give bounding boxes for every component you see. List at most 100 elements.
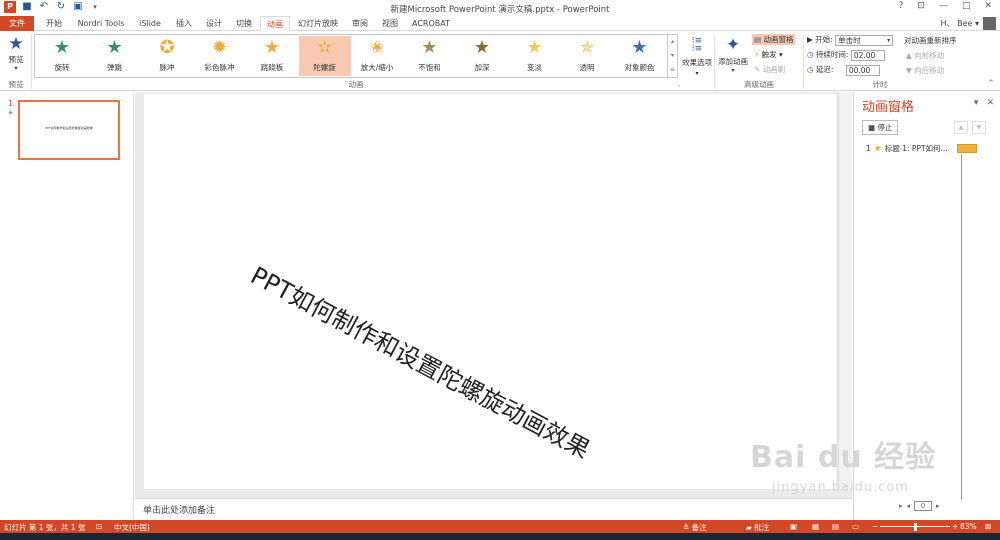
- animation-star-icon: ✹: [211, 37, 228, 58]
- zoom-slider-thumb[interactable]: [914, 523, 917, 531]
- notes-button[interactable]: ≙ 备注: [683, 522, 707, 533]
- start-dropdown[interactable]: 单击时 ▾: [835, 34, 894, 46]
- effect-options-label: 效果选项: [682, 58, 712, 67]
- language[interactable]: 中文(中国): [114, 522, 150, 533]
- avatar: [983, 17, 996, 30]
- timeline-bar[interactable]: [957, 144, 977, 153]
- tab-slideshow[interactable]: 幻灯片放映: [294, 16, 342, 31]
- effect-options-button[interactable]: ⁝≡ ⁝≡ 效果选项 ▾: [681, 34, 713, 78]
- animation-option[interactable]: ✫ 陀螺旋: [298, 36, 351, 76]
- slide-title[interactable]: PPT如何制作和设置陀螺旋动画效果: [246, 256, 598, 465]
- animation-option[interactable]: ✬ 放大/缩小: [351, 36, 403, 76]
- tab-file[interactable]: 文件: [0, 16, 34, 31]
- close-icon[interactable]: ✕: [986, 98, 994, 108]
- slideshow-view-icon[interactable]: ▭: [852, 522, 859, 531]
- add-animation-button[interactable]: ✦ 添加动画 ▾: [716, 34, 750, 78]
- preview-star-icon: ★: [8, 34, 24, 54]
- animation-option-label: 放大/缩小: [360, 63, 394, 72]
- animation-pane-button[interactable]: ▤ 动画窗格: [752, 34, 796, 45]
- animation-item-number: 1: [866, 144, 871, 153]
- animation-star-icon: ✫: [316, 37, 333, 58]
- animation-option[interactable]: ✪ 脉冲: [141, 36, 193, 76]
- tab-acrobat[interactable]: ACROBAT: [406, 16, 456, 31]
- ribbon: ★ 预览 ▾ 预览 ★ 旋转 ★ 弹跳 ✪ 脉冲 ✹ 彩色脉冲 ★ 跷跷板 ✫ 陀螺旋 ✬ 放大/缩小 ★ 不…: [0, 31, 1000, 91]
- animation-option[interactable]: ★ 不饱和: [404, 36, 456, 76]
- reading-view-icon[interactable]: ▤: [832, 522, 839, 531]
- vertical-scrollbar[interactable]: [838, 92, 852, 489]
- maximize-button[interactable]: □: [962, 1, 971, 11]
- emphasis-star-icon: ★: [873, 143, 882, 154]
- animation-option[interactable]: ★ 对象颜色: [614, 36, 666, 76]
- animation-option-label: 变淡: [527, 63, 542, 72]
- duration-row: ◷ 持续时间: 02.00: [807, 49, 885, 61]
- delay-field[interactable]: 00.00: [845, 64, 880, 76]
- animation-star-icon: ✯: [579, 37, 595, 58]
- delay-label: 延迟:: [815, 65, 834, 74]
- pane-options-icon[interactable]: ▾: [974, 98, 979, 108]
- close-button[interactable]: ✕: [984, 1, 992, 11]
- ribbon-display-button[interactable]: ⊡: [917, 1, 925, 11]
- help-button[interactable]: ?: [899, 1, 904, 11]
- minimize-button[interactable]: —: [939, 1, 948, 11]
- normal-view-icon[interactable]: ▣: [790, 522, 797, 531]
- zoom-level[interactable]: 83%: [960, 522, 977, 531]
- animation-pane-icon: ▤: [754, 35, 762, 44]
- group-label-timing: 计时: [872, 80, 888, 89]
- gallery-scroll[interactable]: ▴ ▾ ≡: [668, 34, 678, 78]
- animation-option[interactable]: ★ 加深: [456, 36, 508, 76]
- fit-slide-icon[interactable]: ⊠: [985, 522, 991, 531]
- user-account[interactable]: H、 Bee ▾: [941, 17, 996, 30]
- tab-insert[interactable]: 插入: [170, 16, 198, 31]
- comments-button[interactable]: ▰ 批注: [746, 522, 769, 533]
- slide-canvas[interactable]: PPT如何制作和设置陀螺旋动画效果: [144, 94, 836, 489]
- tab-animations[interactable]: 动画: [260, 16, 290, 32]
- animation-star-icon: ★: [473, 37, 491, 58]
- dialog-launcher-icon[interactable]: ⌟: [677, 81, 680, 88]
- tab-home[interactable]: 开始: [40, 16, 68, 31]
- animation-painter-button[interactable]: ✎ 动画刷: [754, 64, 785, 75]
- group-label-animation: 动画: [348, 80, 364, 89]
- baidu-watermark: Bai du 经验 jingyan.baidu.com: [750, 432, 990, 512]
- notes-pane[interactable]: 单击此处添加备注: [135, 498, 852, 520]
- spellcheck-icon[interactable]: ⊡: [96, 522, 102, 531]
- preview-button[interactable]: ★ 预览 ▾: [3, 34, 29, 74]
- collapse-ribbon-icon[interactable]: ^: [988, 79, 994, 87]
- zoom-out-icon[interactable]: −: [872, 522, 878, 531]
- duration-label: 持续时间:: [815, 50, 849, 59]
- pane-controls: ▾ ✕: [974, 98, 994, 108]
- tab-review[interactable]: 审阅: [346, 16, 374, 31]
- slide-thumbnail[interactable]: PPT如何制作和设置陀螺旋动画效果: [18, 100, 120, 160]
- watermark-logo: Bai du 经验: [750, 440, 937, 475]
- animation-star-icon: ★: [106, 37, 123, 58]
- trigger-button[interactable]: ⚡ 触发 ▾: [754, 49, 783, 60]
- watermark-url: jingyan.baidu.com: [772, 480, 909, 495]
- duration-value: 02.00: [853, 50, 876, 60]
- animation-option-label: 脉冲: [159, 63, 175, 72]
- slide-number: 1 ✳: [8, 99, 13, 117]
- chevron-down-icon: ▾: [14, 65, 18, 72]
- move-later-button[interactable]: ▼ 向后移动: [906, 65, 944, 76]
- tab-design[interactable]: 设计: [200, 16, 228, 31]
- duration-field[interactable]: 02.00: [850, 49, 885, 61]
- animation-list-item[interactable]: 1 ★ 标题 1: PPT如何...: [866, 143, 948, 154]
- animation-option[interactable]: ✯ 透明: [561, 36, 613, 76]
- preview-label: 预览: [8, 55, 24, 64]
- tab-transitions[interactable]: 切换: [230, 16, 258, 31]
- animation-star-icon: ★: [631, 37, 648, 58]
- stop-button[interactable]: ■ 停止: [862, 120, 899, 135]
- divider: [714, 34, 715, 89]
- move-up-icon[interactable]: ▲: [954, 121, 968, 134]
- move-earlier-button[interactable]: ▲ 向前移动: [906, 50, 944, 61]
- tab-view[interactable]: 视图: [376, 16, 404, 31]
- animation-option[interactable]: ★ 跷跷板: [246, 36, 298, 76]
- animation-option[interactable]: ★ 弹跳: [89, 36, 141, 76]
- move-down-icon[interactable]: ▼: [972, 121, 986, 134]
- tab-nordri-tools[interactable]: Nordri Tools: [72, 16, 130, 31]
- zoom-in-icon[interactable]: +: [952, 522, 958, 531]
- animation-option[interactable]: ★ 变淡: [509, 36, 561, 76]
- animation-option[interactable]: ✹ 彩色脉冲: [194, 36, 246, 76]
- slide-sorter-icon[interactable]: ▦: [812, 522, 819, 531]
- animation-option-label: 加深: [474, 63, 490, 72]
- animation-option[interactable]: ★ 旋转: [36, 36, 88, 76]
- tab-islide[interactable]: iSlide: [134, 16, 166, 31]
